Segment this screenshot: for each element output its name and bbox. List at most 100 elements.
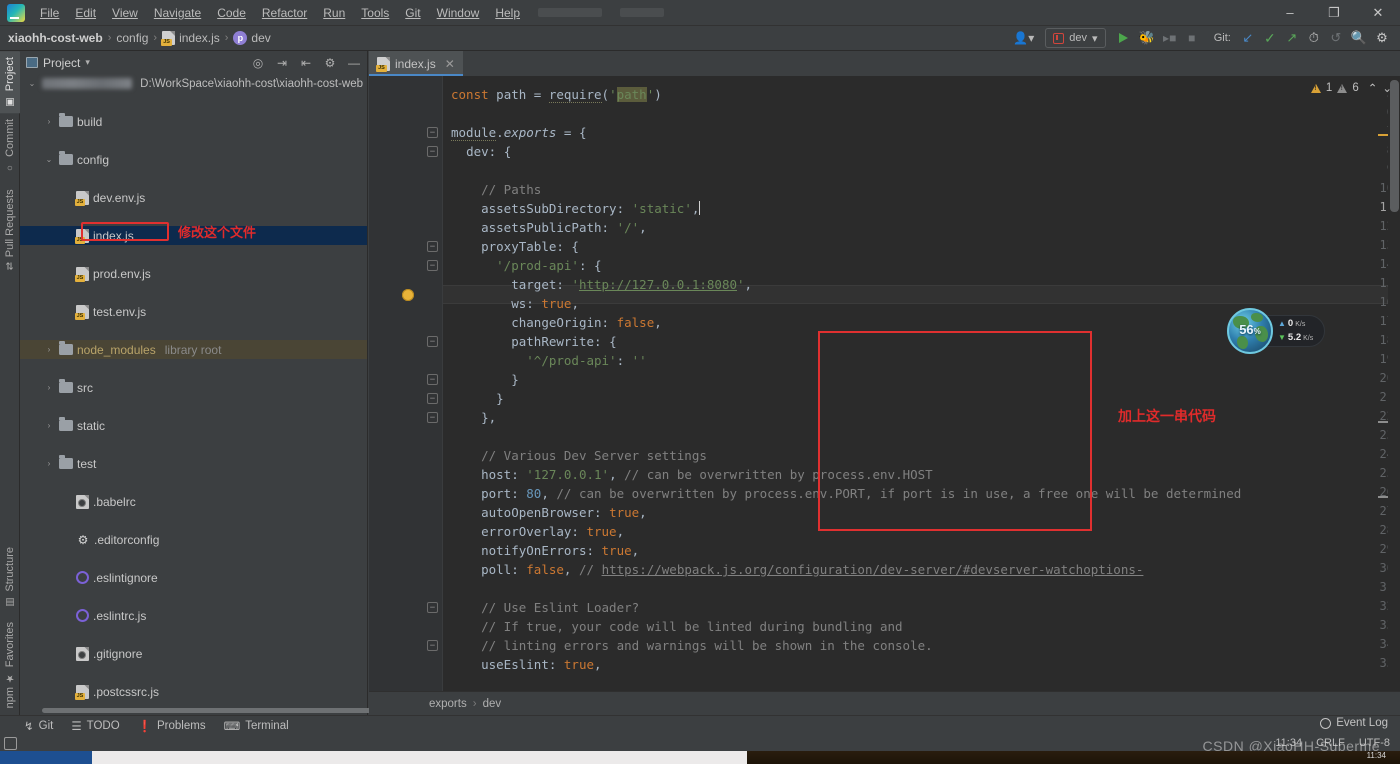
chevron-icon[interactable]: ⌄ <box>43 155 55 164</box>
git-update-button[interactable]: ↙ <box>1238 28 1258 48</box>
sidebar-item-favorites[interactable]: ★ Favorites <box>0 616 20 689</box>
breadcrumb-project[interactable]: xiaohh-cost-web <box>8 31 103 45</box>
fold-marker-line-13[interactable]: − <box>427 241 438 252</box>
sidebar-item-project[interactable]: ▣ Project <box>0 51 20 114</box>
chevron-icon[interactable]: › <box>43 383 55 392</box>
menu-item-tools[interactable]: Tools <box>353 3 397 23</box>
chevron-expanded-icon[interactable]: ⌄ <box>26 79 38 88</box>
git-history-button[interactable]: ⏱ <box>1304 28 1324 48</box>
editor-breadcrumb-exports[interactable]: exports <box>429 698 467 710</box>
menu-item-git[interactable]: Git <box>397 3 428 23</box>
check-icon: ✓ <box>1263 29 1276 46</box>
tree-row--eslintignore[interactable]: .eslintignore <box>20 568 367 587</box>
editor-breadcrumb-dev[interactable]: dev <box>483 698 502 710</box>
menu-item-navigate[interactable]: Navigate <box>146 3 209 23</box>
run-button[interactable] <box>1114 28 1134 48</box>
next-problem-icon[interactable]: ⌄ <box>1382 81 1392 95</box>
bottom-item-problems[interactable]: ❗ Problems <box>138 719 206 733</box>
fold-marker-line-20[interactable]: − <box>427 374 438 385</box>
fold-marker-line-14[interactable]: − <box>427 260 438 271</box>
chevron-icon[interactable]: › <box>43 117 55 126</box>
tree-row-test-env-js[interactable]: JS test.env.js <box>20 302 367 321</box>
run-configuration-selector[interactable]: dev ▾ <box>1045 28 1106 48</box>
status-encoding[interactable]: UTF-8 <box>1359 737 1390 749</box>
event-log-button[interactable]: Event Log <box>1320 717 1388 729</box>
close-button[interactable]: ✕ <box>1356 0 1400 26</box>
fold-marker-line-7[interactable]: − <box>427 127 438 138</box>
project-panel-title-group[interactable]: Project ▾ <box>26 56 90 70</box>
status-line-separator[interactable]: CRLF <box>1316 737 1345 749</box>
toggle-tool-windows-icon[interactable] <box>4 736 17 750</box>
sidebar-item-structure[interactable]: ▤ Structure <box>0 541 20 614</box>
menu-item-view[interactable]: View <box>104 3 146 23</box>
search-everywhere-button[interactable]: 🔍 <box>1348 28 1370 48</box>
prev-problem-icon[interactable]: ⌃ <box>1368 81 1378 95</box>
editor-vertical-scrollbar[interactable] <box>1388 76 1400 691</box>
tree-row-project-root[interactable]: ⌄ D:\WorkSpace\xiaohh-cost\xiaohh-cost-w… <box>20 74 367 93</box>
code-line-19: '^/prod-api': '' <box>526 353 647 368</box>
breadcrumb-index-js[interactable]: index.js <box>161 31 220 46</box>
bottom-item-git[interactable]: ↯ Git <box>24 719 53 733</box>
fold-marker-line-21[interactable]: − <box>427 393 438 404</box>
tree-row-src[interactable]: › src <box>20 378 367 397</box>
taskbar-window-preview[interactable] <box>92 751 747 764</box>
menu-item-help[interactable]: Help <box>487 3 528 23</box>
menu-item-file[interactable]: File <box>32 3 67 23</box>
tree-row-static[interactable]: › static <box>20 416 367 435</box>
minimize-button[interactable]: – <box>1268 0 1312 26</box>
git-commit-button[interactable]: ✓ <box>1260 28 1280 48</box>
fold-marker-line-18[interactable]: − <box>427 336 438 347</box>
code-editor[interactable]: 4567891011121314151617181920212223242526… <box>369 76 1400 691</box>
stop-button[interactable]: ■ <box>1182 28 1202 48</box>
maximize-button[interactable]: ❐ <box>1312 0 1356 26</box>
tree-row-prod-env-js[interactable]: JS prod.env.js <box>20 264 367 283</box>
intention-bulb-icon[interactable] <box>402 289 414 301</box>
sidebar-item-pull-requests[interactable]: ⇄ Pull Requests <box>0 183 20 276</box>
network-speed-widget[interactable]: ▲ 0 K/s ▼ 5.2 K/s 56% <box>1227 308 1325 354</box>
fold-marker-line-8[interactable]: − <box>427 146 438 157</box>
chevron-icon[interactable]: › <box>43 459 55 468</box>
inspection-widget[interactable]: 1 6 ⌃ ⌄ <box>1272 76 1400 100</box>
project-horizontal-scrollbar[interactable] <box>42 708 387 713</box>
tree-row--postcssrc-js[interactable]: JS .postcssrc.js <box>20 682 367 701</box>
tree-row--editorconfig[interactable]: ⚙ .editorconfig <box>20 530 367 549</box>
project-settings-gear-icon[interactable]: ⚙ <box>321 56 339 70</box>
git-rollback-button[interactable]: ↺ <box>1326 28 1346 48</box>
run-with-coverage-button[interactable]: ▸■ <box>1160 28 1180 48</box>
fold-marker-line-34[interactable]: − <box>427 640 438 651</box>
menu-item-edit[interactable]: Edit <box>67 3 104 23</box>
breadcrumb-config[interactable]: config <box>116 31 148 45</box>
menu-item-run[interactable]: Run <box>315 3 353 23</box>
bottom-item-todo[interactable]: ☰ TODO <box>71 719 119 733</box>
collapse-all-icon[interactable]: ⇤ <box>297 56 315 70</box>
taskbar-start-region[interactable] <box>0 751 92 764</box>
chevron-icon[interactable]: › <box>43 345 55 354</box>
expand-all-icon[interactable]: ⇥ <box>273 56 291 70</box>
tree-row-test[interactable]: › test <box>20 454 367 473</box>
tree-row-dev-env-js[interactable]: JS dev.env.js <box>20 188 367 207</box>
tab-close-icon[interactable]: ✕ <box>445 57 455 71</box>
project-file-tree[interactable]: ⌄ D:\WorkSpace\xiaohh-cost\xiaohh-cost-w… <box>20 74 367 705</box>
tree-row-node-modules[interactable]: › node_modules library root <box>20 340 367 359</box>
sidebar-item-commit[interactable]: ○ Commit <box>0 113 20 179</box>
select-opened-file-icon[interactable]: ◎ <box>249 56 267 70</box>
menu-item-window[interactable]: Window <box>429 3 488 23</box>
breadcrumb-dev[interactable]: p dev <box>233 31 271 45</box>
fold-marker-line-22[interactable]: − <box>427 412 438 423</box>
tree-row--eslintrc-js[interactable]: .eslintrc.js <box>20 606 367 625</box>
tree-row--babelrc[interactable]: .babelrc <box>20 492 367 511</box>
user-switch-icon[interactable]: 👤▾ <box>1010 28 1037 48</box>
fold-marker-line-32[interactable]: − <box>427 602 438 613</box>
tree-row--gitignore[interactable]: .gitignore <box>20 644 367 663</box>
tree-row-config[interactable]: ⌄ config <box>20 150 367 169</box>
debug-button[interactable]: 🐝 <box>1136 28 1158 48</box>
bottom-item-terminal[interactable]: ⌨ Terminal <box>224 719 289 733</box>
hide-panel-icon[interactable]: — <box>345 56 363 70</box>
tab-index-js[interactable]: index.js ✕ <box>369 51 463 76</box>
tree-row-build[interactable]: › build <box>20 112 367 131</box>
menu-item-refactor[interactable]: Refactor <box>254 3 315 23</box>
settings-button[interactable]: ⚙ <box>1372 28 1392 48</box>
chevron-icon[interactable]: › <box>43 421 55 430</box>
git-push-button[interactable]: ↗ <box>1282 28 1302 48</box>
menu-item-code[interactable]: Code <box>209 3 254 23</box>
